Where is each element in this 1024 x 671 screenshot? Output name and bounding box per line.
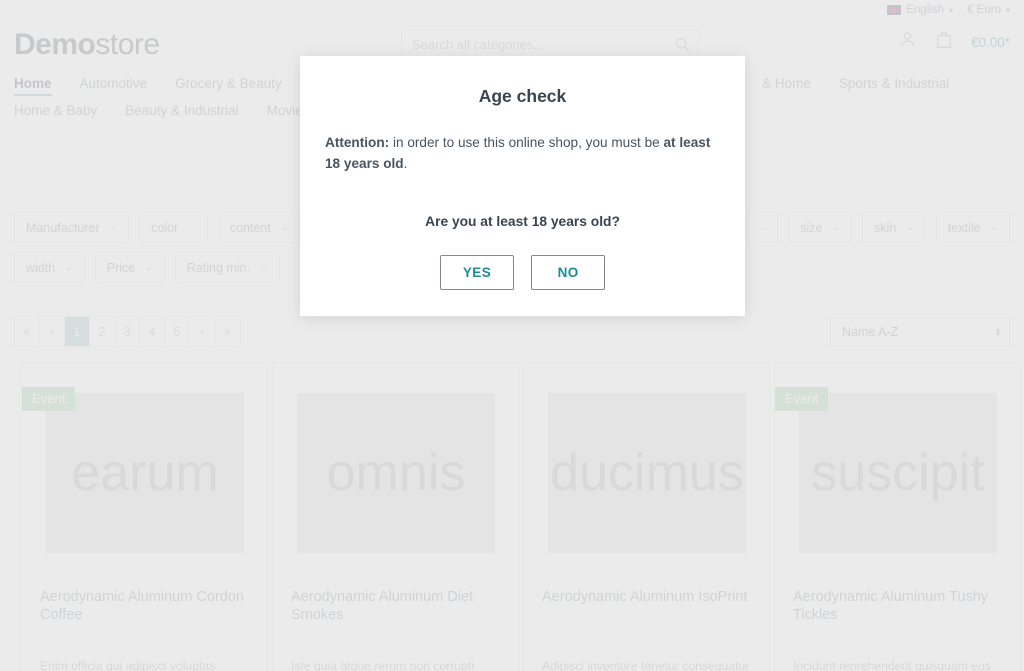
modal-body-text: Attention: in order to use this online s…: [325, 133, 720, 174]
modal-actions: YES NO: [324, 255, 721, 291]
no-button[interactable]: NO: [531, 255, 606, 291]
yes-button[interactable]: YES: [439, 255, 515, 291]
modal-text-end: .: [403, 155, 408, 171]
modal-text-middle: in order to use this online shop, you mu…: [389, 135, 664, 150]
modal-title: Age check: [478, 86, 567, 106]
page-root: English ▾ € Euro ▾ Demostore: [0, 0, 1024, 671]
age-check-modal: Age check Attention: in order to use thi…: [300, 56, 745, 317]
modal-question: Are you at least 18 years old?: [425, 214, 620, 230]
modal-attention-label: Attention:: [325, 135, 390, 150]
